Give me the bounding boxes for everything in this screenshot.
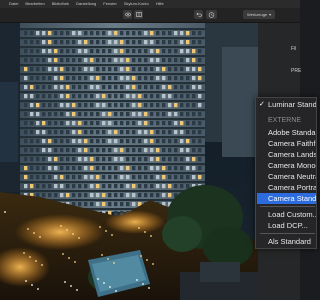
dropdown-item-load-dcp[interactable]: Load DCP...	[268, 220, 316, 231]
panel-label-top: Fil	[291, 46, 297, 52]
undo-arrow-icon	[195, 12, 202, 17]
dropdown-item-luminar-standard[interactable]: Luminar Standard	[268, 99, 316, 110]
dropdown-item-profile[interactable]: Camera Faithful	[268, 138, 316, 149]
eye-icon	[124, 12, 131, 17]
menu-bibliothek[interactable]: Bibliothek	[52, 0, 69, 8]
tools-dropdown-label: Werkzeuge	[247, 12, 268, 17]
compare-icon	[135, 12, 142, 17]
menu-bar: Datei Bearbeiten Bibliothek Darstellung …	[0, 0, 300, 8]
menu-bearbeiten[interactable]: Bearbeiten	[25, 0, 44, 8]
menu-darstellung[interactable]: Darstellung	[76, 0, 96, 8]
menu-datei[interactable]: Datei	[9, 0, 18, 8]
menu-skylum-konto[interactable]: Skylum-Konto	[124, 0, 149, 8]
city-photo-image	[0, 22, 258, 300]
dropdown-section-header: EXTERNE	[268, 117, 302, 124]
clock-history-icon	[208, 11, 215, 18]
dropdown-item-profile[interactable]: Adobe Standard	[268, 127, 316, 138]
chevron-down-icon: ▾	[269, 12, 272, 17]
toolbar: Werkzeuge ▾	[0, 8, 300, 23]
menu-fenster[interactable]: Fenster	[103, 0, 117, 8]
undo-button[interactable]	[194, 10, 203, 19]
camera-profile-dropdown: ✓ Luminar Standard EXTERNE Adobe Standar…	[255, 97, 317, 249]
tools-dropdown[interactable]: Werkzeuge ▾	[243, 10, 275, 19]
dropdown-item-profile[interactable]: Camera Monochrome	[268, 160, 316, 171]
dropdown-item-profile[interactable]: Camera Portrait	[268, 182, 316, 193]
dropdown-item-set-default[interactable]: Als Standard	[268, 236, 316, 247]
panel-label-pre: PRE	[291, 68, 302, 74]
dropdown-item-profile[interactable]: Camera Neutral	[268, 171, 316, 182]
menu-hilfe[interactable]: Hilfe	[156, 0, 164, 8]
dropdown-item-selected[interactable]: Camera Standard	[257, 193, 316, 204]
checkmark-icon: ✓	[259, 101, 265, 108]
dropdown-item-profile[interactable]: Camera Landscape	[268, 149, 316, 160]
photo-canvas[interactable]	[0, 22, 258, 300]
dropdown-divider	[260, 206, 315, 207]
compare-button[interactable]	[134, 10, 143, 19]
view-toggle-button[interactable]	[123, 10, 132, 19]
history-button[interactable]	[206, 10, 217, 19]
dropdown-divider	[260, 233, 315, 234]
dropdown-item-load-custom[interactable]: Load Custom...	[268, 209, 316, 220]
